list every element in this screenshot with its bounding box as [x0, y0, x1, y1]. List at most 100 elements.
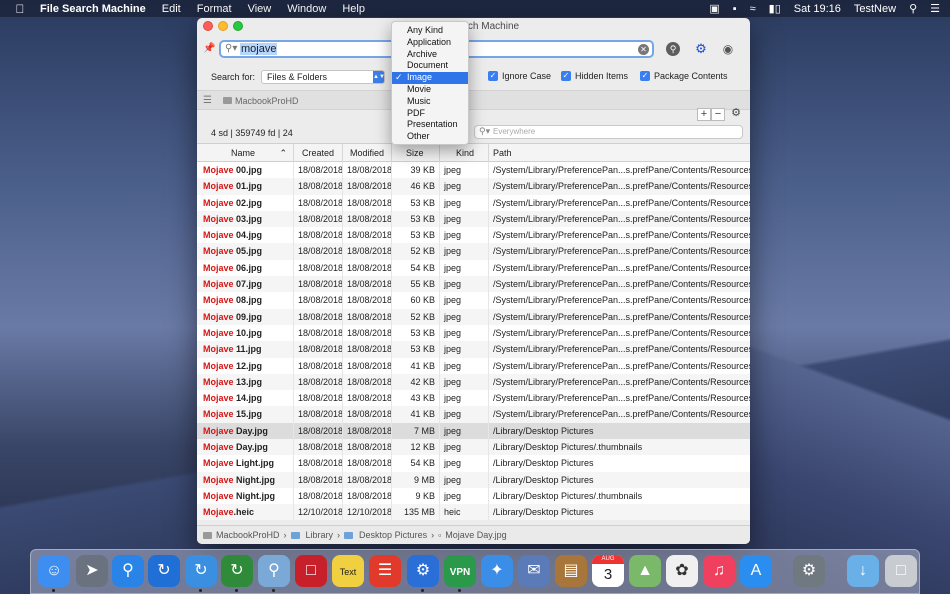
dock-sync-icon[interactable]: ↻ — [185, 555, 217, 587]
dock-downloads-icon[interactable]: ↓ — [847, 555, 879, 587]
table-row[interactable]: Mojave Day.jpg 18/08/2018 18/08/2018 12 KB j… — [197, 439, 750, 456]
dock-notes-icon[interactable]: ▤ — [555, 555, 587, 587]
package-contents-checkbox[interactable]: ✓ Package Contents — [640, 71, 728, 81]
table-row[interactable]: Mojave 12.jpg 18/08/2018 18/08/2018 41 KB jp… — [197, 357, 750, 374]
kind-menu-item[interactable]: Document — [392, 60, 468, 72]
close-window-button[interactable] — [203, 21, 213, 31]
column-modified[interactable]: Modified — [343, 144, 392, 162]
table-row[interactable]: Mojave 06.jpg 18/08/2018 18/08/2018 54 KB jp… — [197, 259, 750, 277]
breadcrumb-item[interactable]: Library — [306, 530, 334, 540]
dock-finder-icon[interactable]: ☺ — [38, 555, 70, 587]
kind-menu-item[interactable]: ✓ Image — [392, 72, 468, 84]
table-row[interactable]: Mojave 05.jpg 18/08/2018 18/08/2018 52 KB jp… — [197, 243, 750, 260]
dock-gear-icon[interactable]: ⚙ — [407, 555, 439, 587]
dock-textedit-icon[interactable]: Text — [332, 555, 364, 587]
search-button-icon[interactable]: ⚲ — [666, 42, 680, 56]
table-row[interactable]: Mojave 09.jpg 18/08/2018 18/08/2018 52 KB jp… — [197, 308, 750, 325]
dock-appstore-icon[interactable]: A — [740, 555, 772, 587]
dock-search-icon[interactable]: ⚲ — [258, 555, 290, 587]
table-row[interactable]: Mojave 03.jpg 18/08/2018 18/08/2018 53 KB jp… — [197, 210, 750, 228]
table-row[interactable]: Mojave 10.jpg 18/08/2018 18/08/2018 53 KB jp… — [197, 324, 750, 342]
menu-format[interactable]: Format — [197, 3, 232, 15]
kind-menu-item[interactable]: Any Kind — [392, 25, 468, 37]
table-row[interactable]: Mojave 00.jpg 18/08/2018 18/08/2018 39 KB jp… — [197, 162, 750, 179]
table-row[interactable]: Mojave.heic 12/10/2018 12/10/2018 135 MB hei… — [197, 504, 750, 520]
add-button[interactable]: + — [697, 108, 711, 121]
column-name[interactable]: Name ⌃ — [197, 144, 294, 162]
table-row[interactable]: Mojave 14.jpg 18/08/2018 18/08/2018 43 KB jp… — [197, 390, 750, 407]
column-created[interactable]: Created — [294, 144, 343, 162]
dock-app-icon[interactable]: ⚲ — [112, 555, 144, 587]
dock-calendar-icon[interactable]: AUG 3 — [592, 555, 624, 587]
cell-modified: 18/08/2018 — [343, 243, 392, 260]
ignore-case-checkbox[interactable]: ✓ Ignore Case — [488, 71, 551, 81]
table-row[interactable]: Mojave 04.jpg 18/08/2018 18/08/2018 53 KB jp… — [197, 227, 750, 244]
pin-icon[interactable]: 📌 — [203, 43, 215, 55]
dock-mail-icon[interactable]: ✉ — [518, 555, 550, 587]
table-row[interactable]: Mojave 15.jpg 18/08/2018 18/08/2018 41 KB jp… — [197, 406, 750, 423]
kind-menu-item[interactable]: Archive — [392, 49, 468, 61]
table-row[interactable]: Mojave 01.jpg 18/08/2018 18/08/2018 46 KB jp… — [197, 178, 750, 195]
table-row[interactable]: Mojave 08.jpg 18/08/2018 18/08/2018 60 KB jp… — [197, 292, 750, 309]
user-name[interactable]: TestNew — [854, 3, 896, 15]
dock-trash-icon[interactable]: □ — [885, 555, 917, 587]
hidden-items-checkbox[interactable]: ✓ Hidden Items — [561, 71, 628, 81]
table-row[interactable]: Mojave 11.jpg 18/08/2018 18/08/2018 53 KB jp… — [197, 341, 750, 358]
zoom-window-button[interactable] — [233, 21, 243, 31]
spotlight-icon[interactable]: ⚲ — [909, 2, 917, 15]
location-filter[interactable]: ⚲▾ Everywhere — [474, 125, 743, 139]
kind-menu-item[interactable]: Other — [392, 131, 468, 143]
table-row[interactable]: Mojave Night.jpg 18/08/2018 18/08/2018 9 MB… — [197, 471, 750, 488]
column-path[interactable]: Path — [489, 144, 750, 162]
dock-music-icon[interactable]: ♫ — [703, 555, 735, 587]
table-row[interactable]: Mojave 02.jpg 18/08/2018 18/08/2018 53 KB jp… — [197, 194, 750, 211]
dock-maps-icon[interactable]: ▲ — [629, 555, 661, 587]
table-row[interactable]: Mojave 07.jpg 18/08/2018 18/08/2018 55 KB jp… — [197, 276, 750, 293]
eye-icon[interactable]: ◉ — [721, 42, 735, 56]
dock-utensils-icon[interactable]: ☰ — [369, 555, 401, 587]
menu-edit[interactable]: Edit — [162, 3, 181, 15]
menu-app-name[interactable]: File Search Machine — [40, 3, 146, 15]
breadcrumb-item[interactable]: MacbookProHD — [216, 530, 280, 540]
dock-vpn-icon[interactable]: VPN — [444, 555, 476, 587]
clock[interactable]: Sat 19:16 — [794, 3, 841, 15]
breadcrumb-item[interactable]: Mojave Day.jpg — [445, 530, 506, 540]
table-row[interactable]: Mojave 13.jpg 18/08/2018 18/08/2018 42 KB jp… — [197, 373, 750, 391]
breadcrumb-item[interactable]: Desktop Pictures — [359, 530, 427, 540]
dock-trash-icon[interactable]: □ — [295, 555, 327, 587]
kind-menu-item[interactable]: Application — [392, 37, 468, 49]
dock-sync-icon[interactable]: ↻ — [221, 555, 253, 587]
menu-view[interactable]: View — [248, 3, 272, 15]
kind-menu-item[interactable]: Movie — [392, 84, 468, 96]
notification-center-icon[interactable]: ☰ — [930, 2, 940, 15]
clear-search-icon[interactable]: ✕ — [638, 44, 649, 55]
column-size[interactable]: Size — [392, 144, 440, 162]
battery-icon[interactable]: ▮▯ — [769, 2, 781, 15]
kind-menu-item[interactable]: Presentation — [392, 119, 468, 131]
table-row[interactable]: Mojave Day.jpg 18/08/2018 18/08/2018 7 MB jp… — [197, 422, 750, 440]
search-for-select[interactable]: Files & Folders ▲▼ — [261, 70, 385, 84]
table-row[interactable]: Mojave Light.jpg 18/08/2018 18/08/2018 54 K… — [197, 455, 750, 472]
menu-help[interactable]: Help — [342, 3, 365, 15]
sidebar-toggle-icon[interactable]: ☰ — [203, 95, 212, 106]
status-app-icon[interactable]: ▣ — [709, 2, 719, 15]
settings-gear-icon[interactable]: ⚙ — [729, 108, 743, 121]
kind-menu-item[interactable]: Music — [392, 96, 468, 108]
drive-item[interactable]: MacbookProHD — [223, 96, 299, 106]
dock-photos-icon[interactable]: ✿ — [666, 555, 698, 587]
dock-launchpad-icon[interactable]: ➤ — [76, 555, 108, 587]
apple-icon[interactable]:  — [14, 2, 26, 16]
dock-sync-icon[interactable]: ↻ — [148, 555, 180, 587]
gear-icon[interactable]: ⚙ — [694, 42, 708, 56]
kind-menu-item[interactable]: PDF — [392, 108, 468, 120]
dock-preferences-icon[interactable]: ⚙ — [793, 555, 825, 587]
table-row[interactable]: Mojave Night.jpg 18/08/2018 18/08/2018 9 KB… — [197, 487, 750, 505]
dock-safari-icon[interactable]: ✦ — [481, 555, 513, 587]
remove-button[interactable]: − — [711, 108, 725, 121]
wifi-icon[interactable]: ≈ — [750, 3, 756, 15]
menu-window[interactable]: Window — [287, 3, 326, 15]
status-icon[interactable]: ▪ — [733, 3, 737, 15]
search-input[interactable]: mojave — [240, 43, 278, 55]
minimize-window-button[interactable] — [218, 21, 228, 31]
column-kind[interactable]: Kind — [440, 144, 489, 162]
